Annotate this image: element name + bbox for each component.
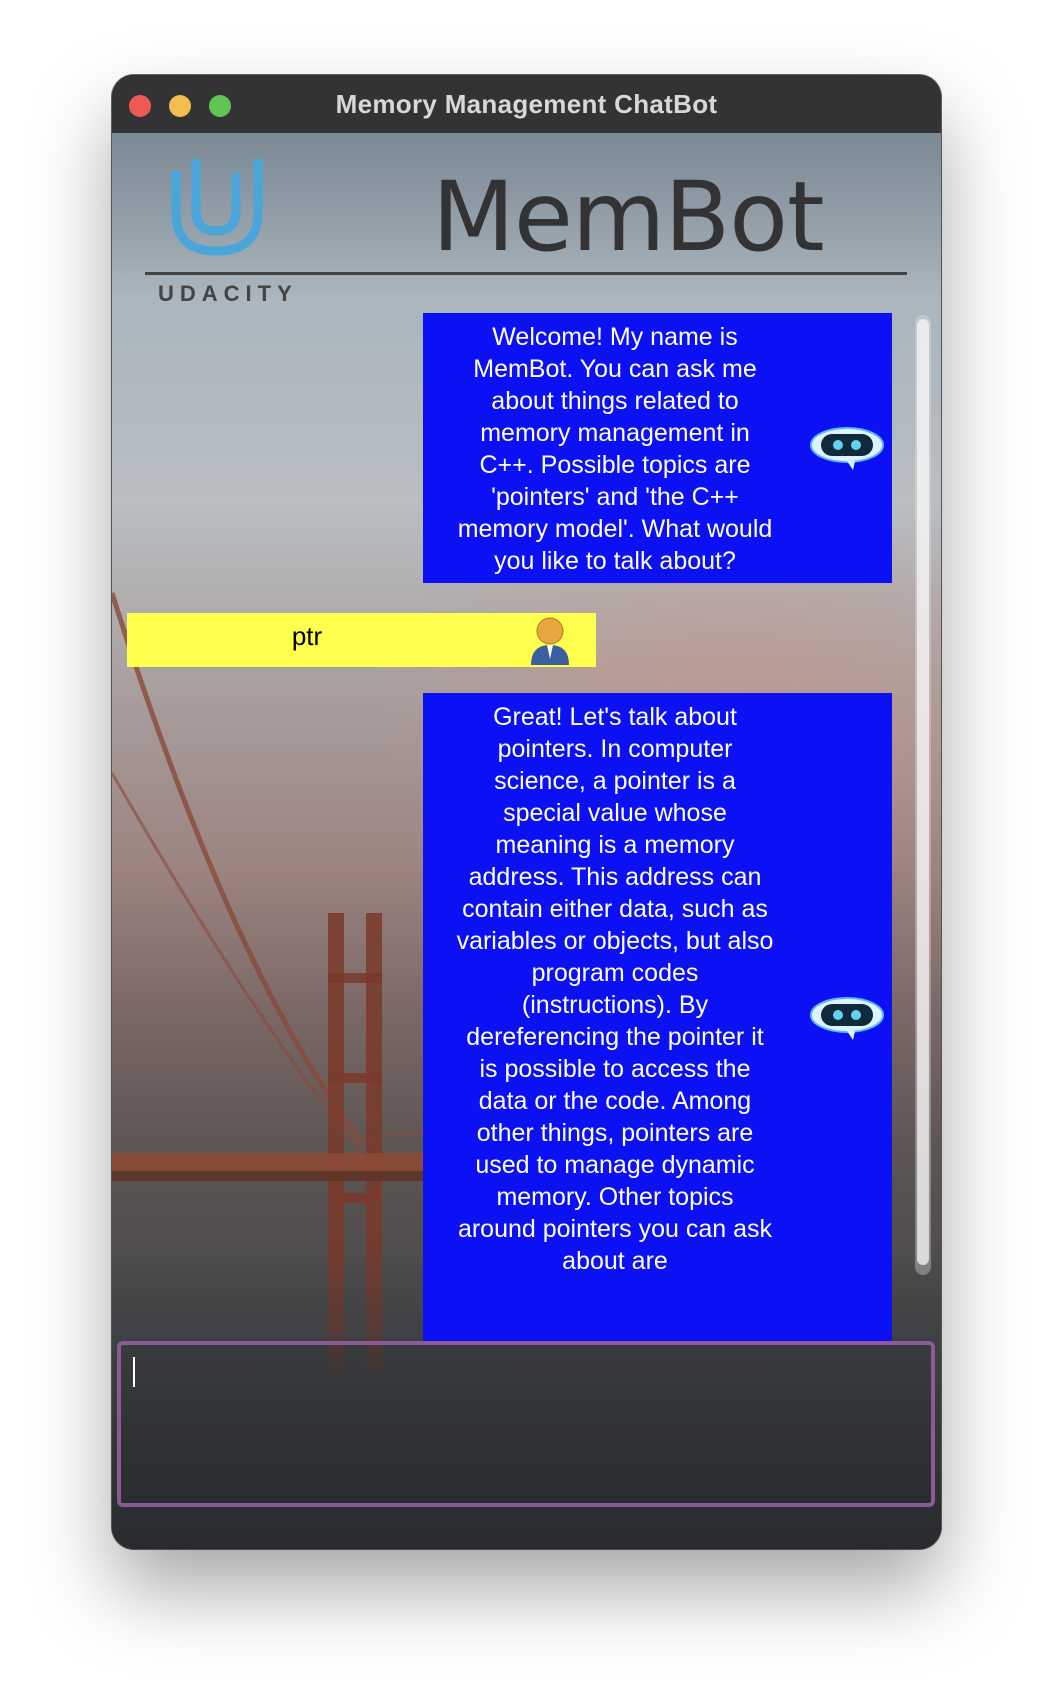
app-title: MemBot: [432, 161, 825, 273]
user-message: ptr: [127, 613, 596, 667]
bot-message-text: Great! Let's talk about pointers. In com…: [456, 703, 774, 1275]
bot-message-text: Welcome! My name is MemBot. You can ask …: [457, 323, 773, 575]
window-title: Memory Management ChatBot: [335, 89, 718, 119]
title-bar[interactable]: Memory Management ChatBot: [112, 75, 941, 134]
bot-message: Great! Let's talk about pointers. In com…: [423, 693, 892, 1341]
app-window: Memory Management ChatBot UDACITY MemBot: [112, 75, 941, 1549]
header-banner: UDACITY MemBot: [112, 133, 941, 306]
chat-panel: UDACITY MemBot Welcome! My name is MemBo…: [112, 133, 941, 1549]
bot-message: Welcome! My name is MemBot. You can ask …: [423, 313, 892, 583]
message-list[interactable]: Welcome! My name is MemBot. You can ask …: [112, 303, 941, 1341]
robot-icon: [810, 997, 884, 1040]
text-caret: [133, 1357, 135, 1387]
udacity-logo-icon: [171, 159, 263, 256]
user-icon: [531, 617, 569, 665]
header-divider: [145, 272, 907, 275]
robot-icon: [810, 427, 884, 470]
chat-scrollbar[interactable]: [915, 315, 931, 1275]
message-input[interactable]: [117, 1341, 935, 1507]
scrollbar-thumb[interactable]: [917, 319, 929, 1265]
user-message-text: ptr: [291, 621, 323, 651]
